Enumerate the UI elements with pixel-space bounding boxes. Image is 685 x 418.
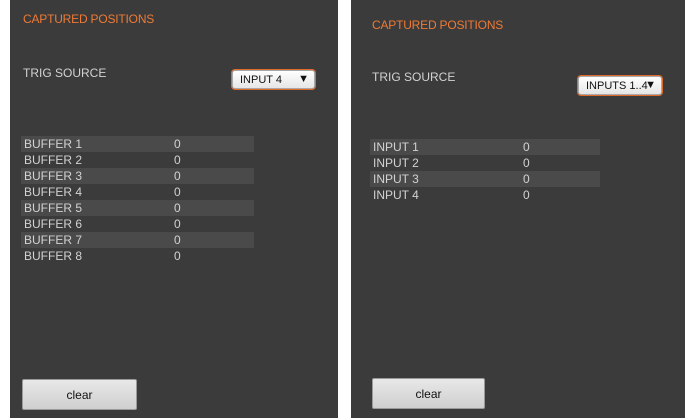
- input-value: 0: [523, 140, 530, 154]
- panel-title: CAPTURED POSITIONS: [23, 12, 155, 26]
- buffer-name: BUFFER 6: [24, 217, 83, 231]
- panel-title: CAPTURED POSITIONS: [372, 18, 504, 32]
- trig-source-selected-value: INPUT 4: [240, 73, 282, 86]
- clear-button[interactable]: clear: [372, 378, 485, 409]
- buffer-value: 0: [174, 169, 181, 183]
- chevron-down-icon: ▼: [298, 73, 309, 85]
- buffer-value: 0: [174, 185, 181, 199]
- captured-positions-panel-left: CAPTURED POSITIONS TRIG SOURCE INPUT 4 ▼…: [10, 0, 338, 418]
- buffer-row: BUFFER 8 0: [21, 248, 254, 264]
- trig-source-selected-value: INPUTS 1..4: [586, 79, 648, 92]
- captured-positions-panel-right: CAPTURED POSITIONS TRIG SOURCE INPUTS 1.…: [351, 0, 685, 418]
- buffer-row: BUFFER 1 0: [21, 136, 254, 152]
- chevron-down-icon: ▼: [645, 79, 656, 91]
- input-row: INPUT 1 0: [370, 139, 600, 155]
- trig-source-label: TRIG SOURCE: [23, 66, 107, 80]
- buffer-value: 0: [174, 217, 181, 231]
- input-name: INPUT 3: [373, 172, 419, 186]
- buffer-value: 0: [174, 201, 181, 215]
- buffer-row: BUFFER 7 0: [21, 232, 254, 248]
- input-value: 0: [523, 172, 530, 186]
- buffer-value: 0: [174, 137, 181, 151]
- trig-source-select[interactable]: INPUT 4 ▼: [232, 70, 315, 89]
- buffer-row: BUFFER 6 0: [21, 216, 254, 232]
- buffer-name: BUFFER 7: [24, 233, 83, 247]
- input-row: INPUT 3 0: [370, 171, 600, 187]
- buffer-value: 0: [174, 233, 181, 247]
- input-value: 0: [523, 188, 530, 202]
- input-row: INPUT 2 0: [370, 155, 600, 171]
- buffer-list: BUFFER 10 BUFFER 20 BUFFER 30 BUFFER 40 …: [21, 136, 254, 264]
- buffer-row: BUFFER 3 0: [21, 168, 254, 184]
- buffer-name: BUFFER 4: [24, 185, 83, 199]
- clear-button[interactable]: clear: [22, 379, 137, 410]
- trig-source-label: TRIG SOURCE: [372, 70, 456, 84]
- buffer-row: BUFFER 2 0: [21, 152, 254, 168]
- input-name: INPUT 1: [373, 140, 419, 154]
- input-list: INPUT 1 0 INPUT 2 0 INPUT 3 0 INPUT 4 0: [370, 139, 600, 203]
- trig-source-select[interactable]: INPUTS 1..4 ▼: [578, 76, 662, 95]
- buffer-name: BUFFER 3: [24, 169, 83, 183]
- input-name: INPUT 2: [373, 156, 419, 170]
- input-row: INPUT 4 0: [370, 187, 600, 203]
- buffer-value: 0: [174, 249, 181, 263]
- buffer-name: BUFFER 2: [24, 153, 83, 167]
- buffer-name: BUFFER 5: [24, 201, 83, 215]
- buffer-name: BUFFER 1: [24, 137, 83, 151]
- buffer-value: 0: [174, 153, 181, 167]
- input-value: 0: [523, 156, 530, 170]
- input-name: INPUT 4: [373, 188, 419, 202]
- buffer-row: BUFFER 4 0: [21, 184, 254, 200]
- buffer-row: BUFFER 5 0: [21, 200, 254, 216]
- buffer-name: BUFFER 8: [24, 249, 83, 263]
